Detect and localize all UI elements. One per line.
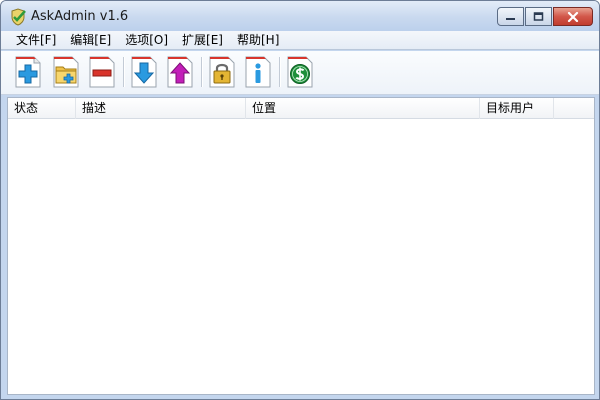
menu-edit[interactable]: 编辑[E] — [63, 31, 118, 49]
add-button[interactable] — [13, 55, 43, 89]
arrow-down-icon — [131, 56, 157, 88]
remove-button[interactable] — [87, 55, 117, 89]
menu-extend[interactable]: 扩展[E] — [175, 31, 230, 49]
menu-bar: 文件[F] 编辑[E] 选项[O] 扩展[E] 帮助[H] — [1, 31, 599, 50]
toolbar-separator — [123, 57, 124, 87]
menu-help[interactable]: 帮助[H] — [230, 31, 286, 49]
lock-button[interactable] — [207, 55, 237, 89]
menu-options[interactable]: 选项[O] — [118, 31, 175, 49]
column-header-description[interactable]: 描述 — [76, 98, 246, 119]
maximize-button[interactable] — [525, 7, 552, 26]
close-button[interactable] — [553, 7, 593, 26]
toolbar-separator — [201, 57, 202, 87]
dollar-icon — [287, 56, 313, 88]
menu-file[interactable]: 文件[F] — [9, 31, 63, 49]
maximize-icon — [533, 12, 544, 21]
column-header-empty[interactable] — [554, 98, 594, 119]
window-title: AskAdmin v1.6 — [31, 9, 129, 24]
close-icon — [567, 11, 579, 22]
shield-check-icon — [11, 8, 26, 26]
list-header: 状态 描述 位置 目标用户 — [8, 98, 594, 119]
move-down-button[interactable] — [129, 55, 159, 89]
lock-icon — [209, 56, 235, 88]
toolbar — [1, 51, 599, 95]
add-file-icon — [15, 56, 41, 88]
arrow-up-icon — [167, 56, 193, 88]
move-up-button[interactable] — [165, 55, 195, 89]
minimize-icon — [506, 18, 515, 20]
column-header-status[interactable]: 状态 — [8, 98, 76, 119]
add-folder-button[interactable] — [51, 55, 81, 89]
title-bar[interactable]: AskAdmin v1.6 — [1, 1, 599, 31]
main-window: AskAdmin v1.6 文件[F] 编辑[E] 选项[O] 扩展[E] 帮助… — [0, 0, 600, 400]
window-controls — [496, 7, 593, 26]
donate-button[interactable] — [285, 55, 315, 89]
entries-list[interactable]: 状态 描述 位置 目标用户 — [7, 97, 595, 395]
column-header-location[interactable]: 位置 — [246, 98, 480, 119]
column-header-target-user[interactable]: 目标用户 — [480, 98, 554, 119]
info-button[interactable] — [243, 55, 273, 89]
remove-icon — [89, 56, 115, 88]
info-icon — [245, 56, 271, 88]
toolbar-separator — [279, 57, 280, 87]
minimize-button[interactable] — [497, 7, 524, 26]
add-folder-icon — [53, 56, 79, 88]
